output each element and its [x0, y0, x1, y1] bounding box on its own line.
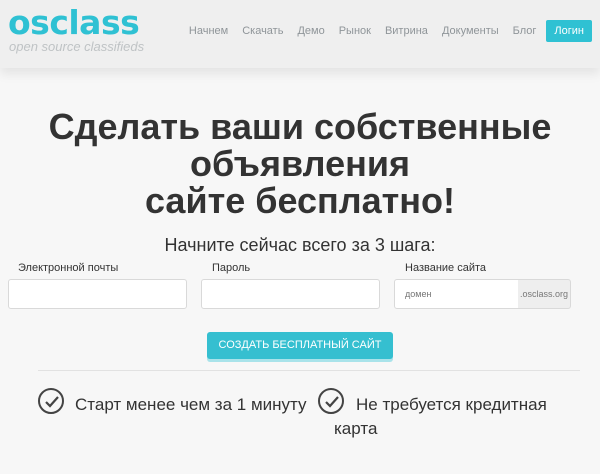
headline-line-2: объявления: [190, 143, 410, 184]
osclass-logo[interactable]: osclass: [8, 6, 140, 40]
password-label: Пароль: [212, 262, 251, 274]
domain-suffix: .osclass.org: [518, 279, 571, 309]
nav-item-start[interactable]: Начнем: [189, 25, 228, 37]
create-site-button[interactable]: СОЗДАТЬ БЕСПЛАТНЫЙ САЙТ: [207, 332, 393, 359]
steps-subhead: Начните сейчас всего за 3 шага:: [164, 235, 436, 255]
check-circle-icon: [318, 388, 344, 414]
nav-item-docs[interactable]: Документы: [442, 25, 499, 37]
nav-item-download[interactable]: Скачать: [242, 25, 283, 37]
divider: [38, 370, 580, 371]
feature-no-card-line-2: карта: [334, 419, 378, 438]
nav-item-demo[interactable]: Демо: [297, 25, 324, 37]
site-name-label: Название сайта: [405, 262, 487, 274]
page-headline: Сделать ваши собственные объявления сайт…: [0, 108, 600, 219]
main-nav: Начнем Скачать Демо Рынок Витрина Докуме…: [175, 20, 592, 42]
headline-line-3: сайте бесплатно!: [144, 180, 456, 221]
logo-tagline: open source classifieds: [9, 39, 145, 54]
nav-item-showcase[interactable]: Витрина: [385, 25, 428, 37]
password-field[interactable]: [201, 279, 380, 309]
site-header: osclass open source classifieds Начнем С…: [0, 0, 600, 68]
login-button[interactable]: Логин: [546, 20, 592, 42]
nav-item-blog[interactable]: Блог: [513, 25, 537, 37]
email-label: Электронной почты: [18, 262, 119, 274]
feature-no-card-line-1: Не требуется кредитная: [356, 395, 547, 414]
headline-line-1: Сделать ваши собственные: [48, 106, 552, 147]
site-name-field[interactable]: [394, 279, 519, 309]
email-field[interactable]: [8, 279, 187, 309]
nav-item-market[interactable]: Рынок: [339, 25, 371, 37]
feature-no-card: Не требуется кредитная карта: [334, 393, 566, 441]
check-circle-icon: [38, 388, 64, 414]
feature-quick-start: Старт менее чем за 1 минуту: [75, 395, 307, 414]
